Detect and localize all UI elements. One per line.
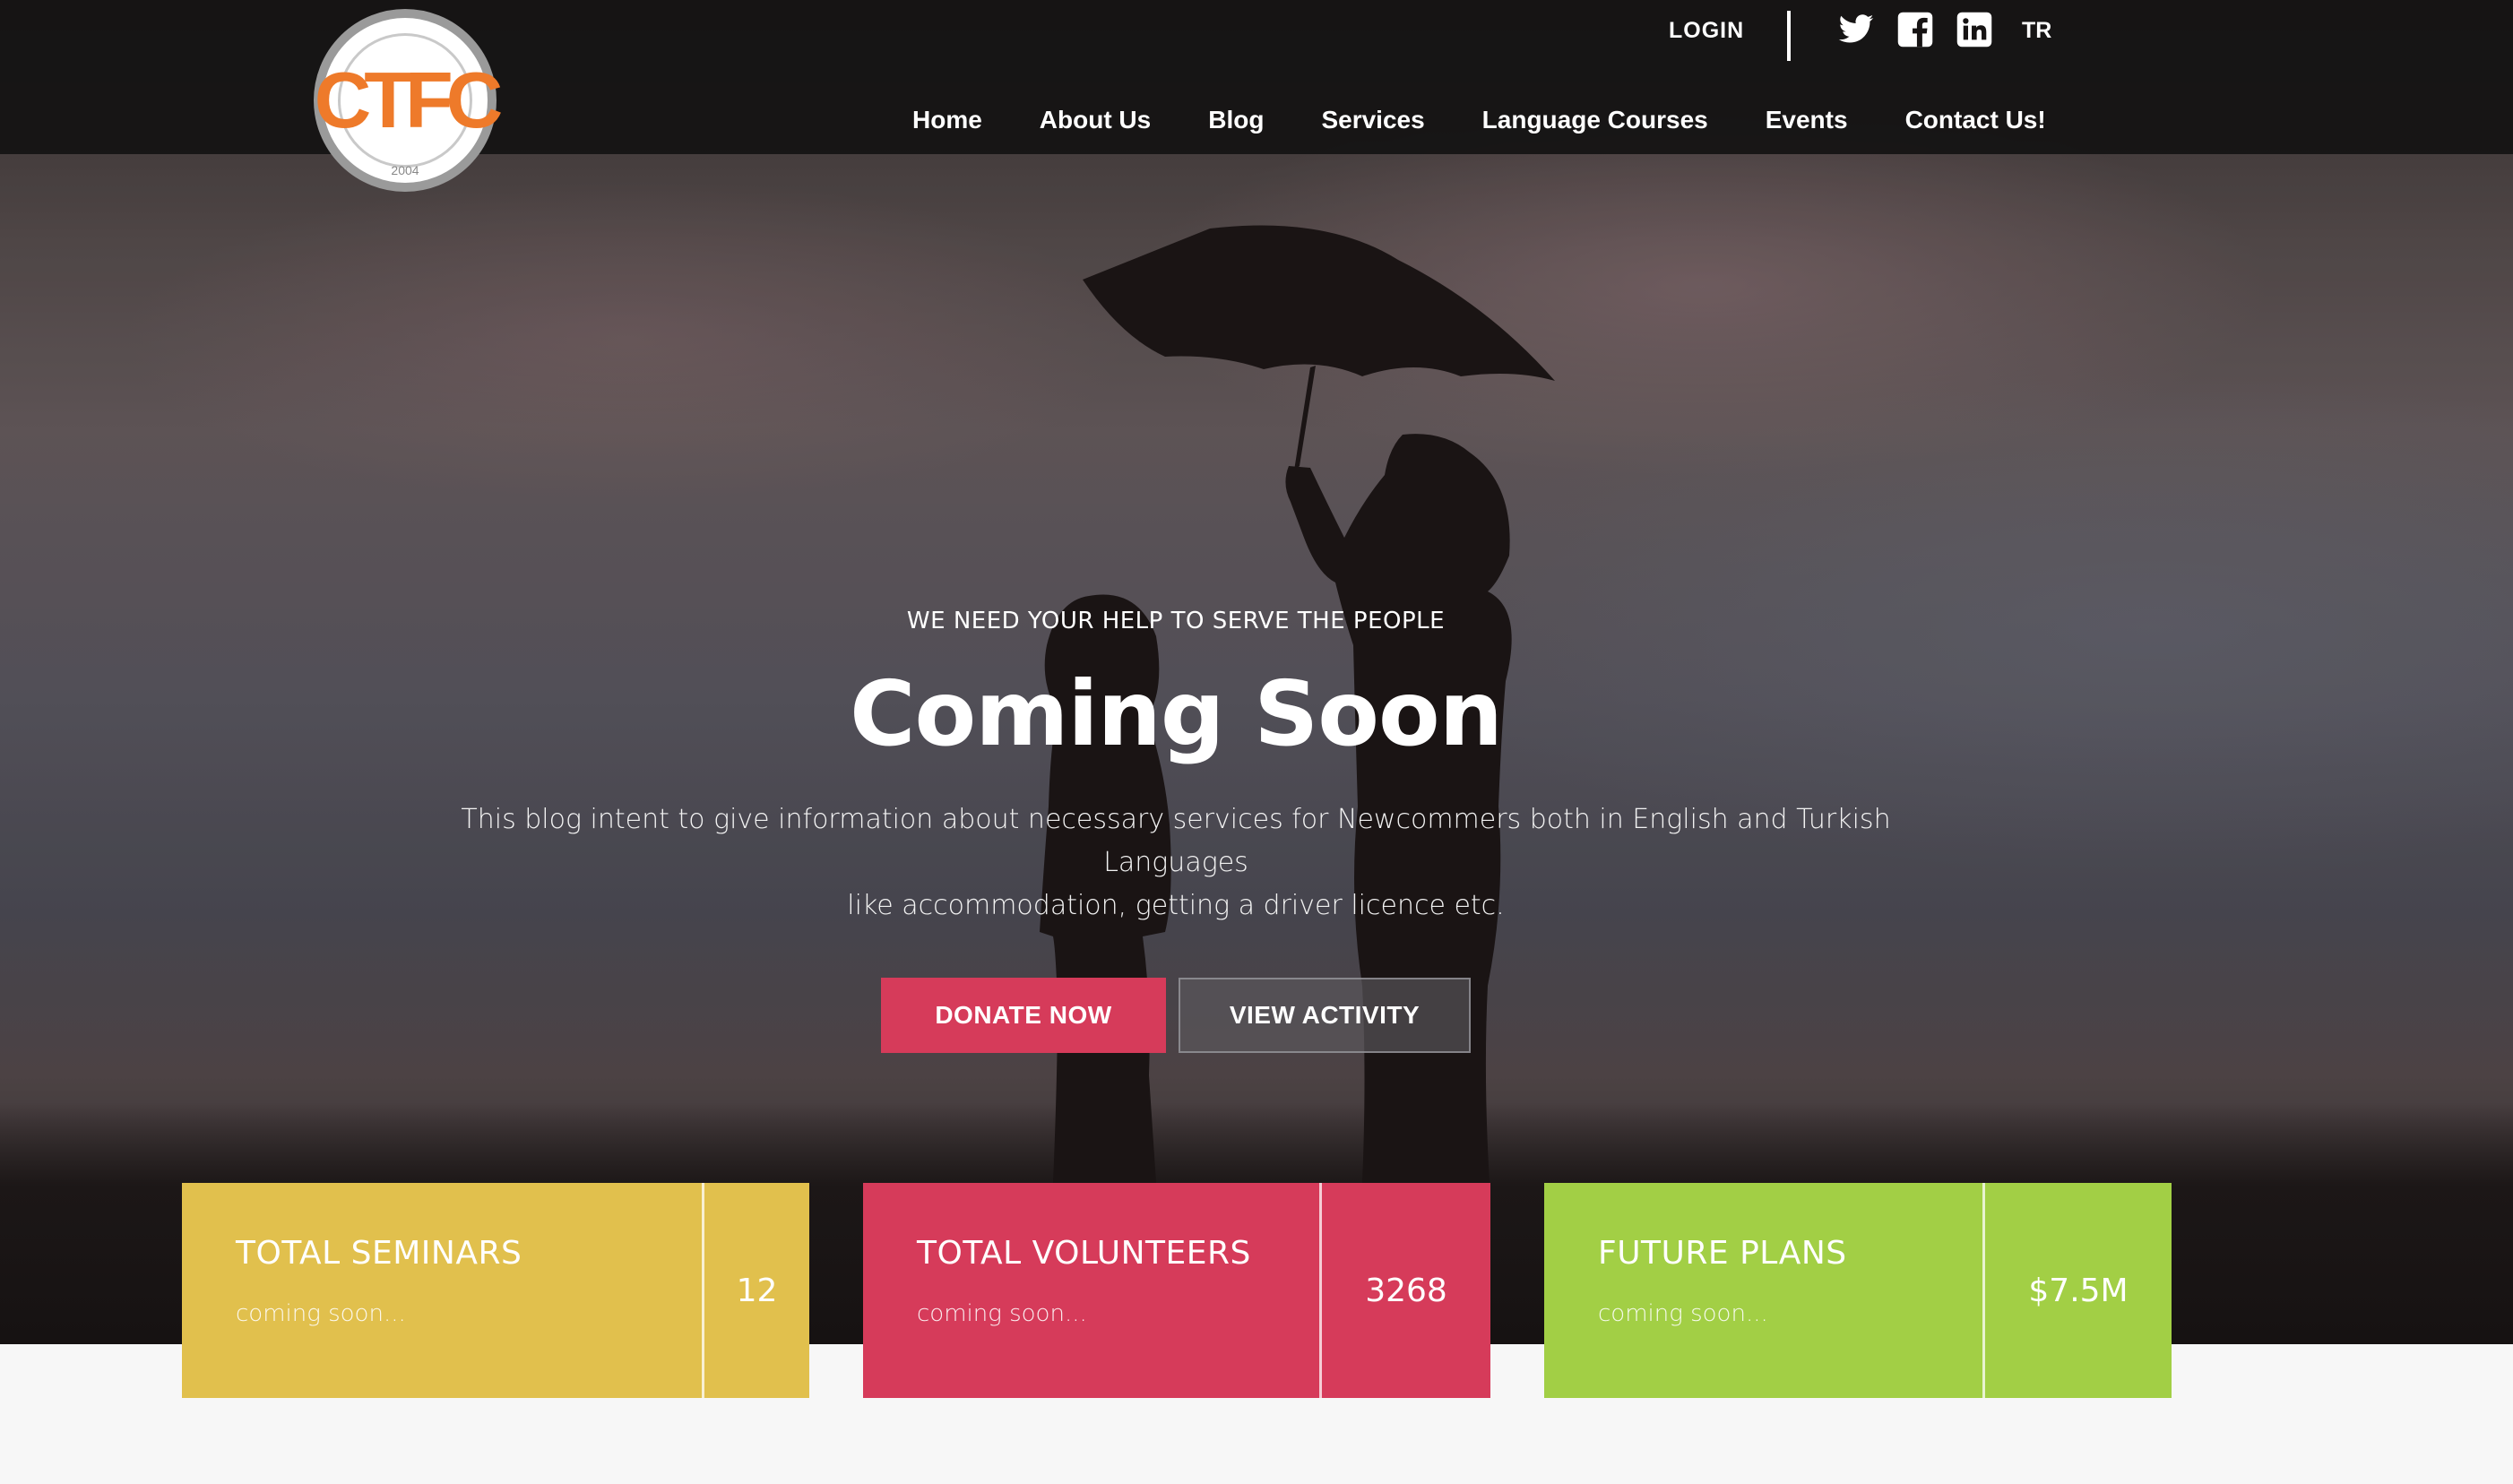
language-toggle-tr[interactable]: TR [2022, 18, 2051, 44]
twitter-link[interactable] [1837, 11, 1875, 48]
stat-card-text: TOTAL VOLUNTEERS coming soon... [863, 1183, 1319, 1398]
stat-card-volunteers: TOTAL VOLUNTEERS coming soon... 3268 [863, 1183, 1490, 1398]
hero-description-line2: like accommodation, getting a driver lic… [847, 890, 1505, 921]
stat-subtitle: coming soon... [1598, 1300, 1768, 1327]
main-nav: Home About Us Blog Services Language Cou… [912, 106, 2046, 134]
top-navigation-bar: CTFC 2004 LOGIN TR Home About Us Blog Se… [0, 0, 2513, 192]
logo-mark-text: CTFC [314, 56, 504, 144]
stat-subtitle: coming soon... [236, 1300, 406, 1327]
facebook-link[interactable] [1896, 11, 1934, 48]
nav-item-about-us[interactable]: About Us [1040, 106, 1151, 134]
stat-card-seminars: TOTAL SEMINARS coming soon... 12 [182, 1183, 809, 1398]
linkedin-link[interactable] [1956, 11, 1993, 48]
site-logo[interactable]: CTFC 2004 [314, 9, 503, 192]
hero-headline: Coming Soon [850, 661, 1503, 766]
stat-value: 12 [736, 1272, 778, 1309]
stat-value: $7.5M [2028, 1272, 2129, 1309]
hero-description-line1: This blog intent to give information abo… [461, 804, 1891, 878]
stat-subtitle: coming soon... [917, 1300, 1087, 1327]
facebook-icon [1897, 12, 1933, 47]
hero-eyebrow: WE NEED YOUR HELP TO SERVE THE PEOPLE [906, 608, 1446, 634]
nav-item-services[interactable]: Services [1321, 106, 1424, 134]
stat-title: FUTURE PLANS [1598, 1235, 1847, 1272]
topbar-divider [1787, 11, 1791, 61]
stat-card-future-plans: FUTURE PLANS coming soon... $7.5M [1544, 1183, 2172, 1398]
stat-card-text: FUTURE PLANS coming soon... [1544, 1183, 1982, 1398]
logo-year: 2004 [391, 163, 419, 177]
nav-item-events[interactable]: Events [1766, 106, 1848, 134]
logo-mark: CTFC [315, 33, 503, 168]
nav-item-blog[interactable]: Blog [1208, 106, 1264, 134]
stat-title: TOTAL SEMINARS [236, 1235, 522, 1272]
hero-description: This blog intent to give information abo… [405, 798, 1947, 928]
twitter-icon [1838, 14, 1874, 43]
hero-buttons: DONATE NOW VIEW ACTIVITY [0, 978, 2352, 1053]
nav-item-contact-us[interactable]: Contact Us! [1905, 106, 2046, 134]
stat-card-text: TOTAL SEMINARS coming soon... [182, 1183, 702, 1398]
hero-content: WE NEED YOUR HELP TO SERVE THE PEOPLE Co… [0, 608, 2352, 1053]
view-activity-button[interactable]: VIEW ACTIVITY [1179, 978, 1471, 1053]
login-link[interactable]: LOGIN [1669, 18, 1744, 44]
stat-title: TOTAL VOLUNTEERS [917, 1235, 1251, 1272]
nav-item-language-courses[interactable]: Language Courses [1482, 106, 1708, 134]
stat-value: 3268 [1365, 1272, 1447, 1309]
linkedin-icon [1956, 12, 1992, 47]
donate-now-button[interactable]: DONATE NOW [881, 978, 1166, 1053]
nav-item-home[interactable]: Home [912, 106, 982, 134]
